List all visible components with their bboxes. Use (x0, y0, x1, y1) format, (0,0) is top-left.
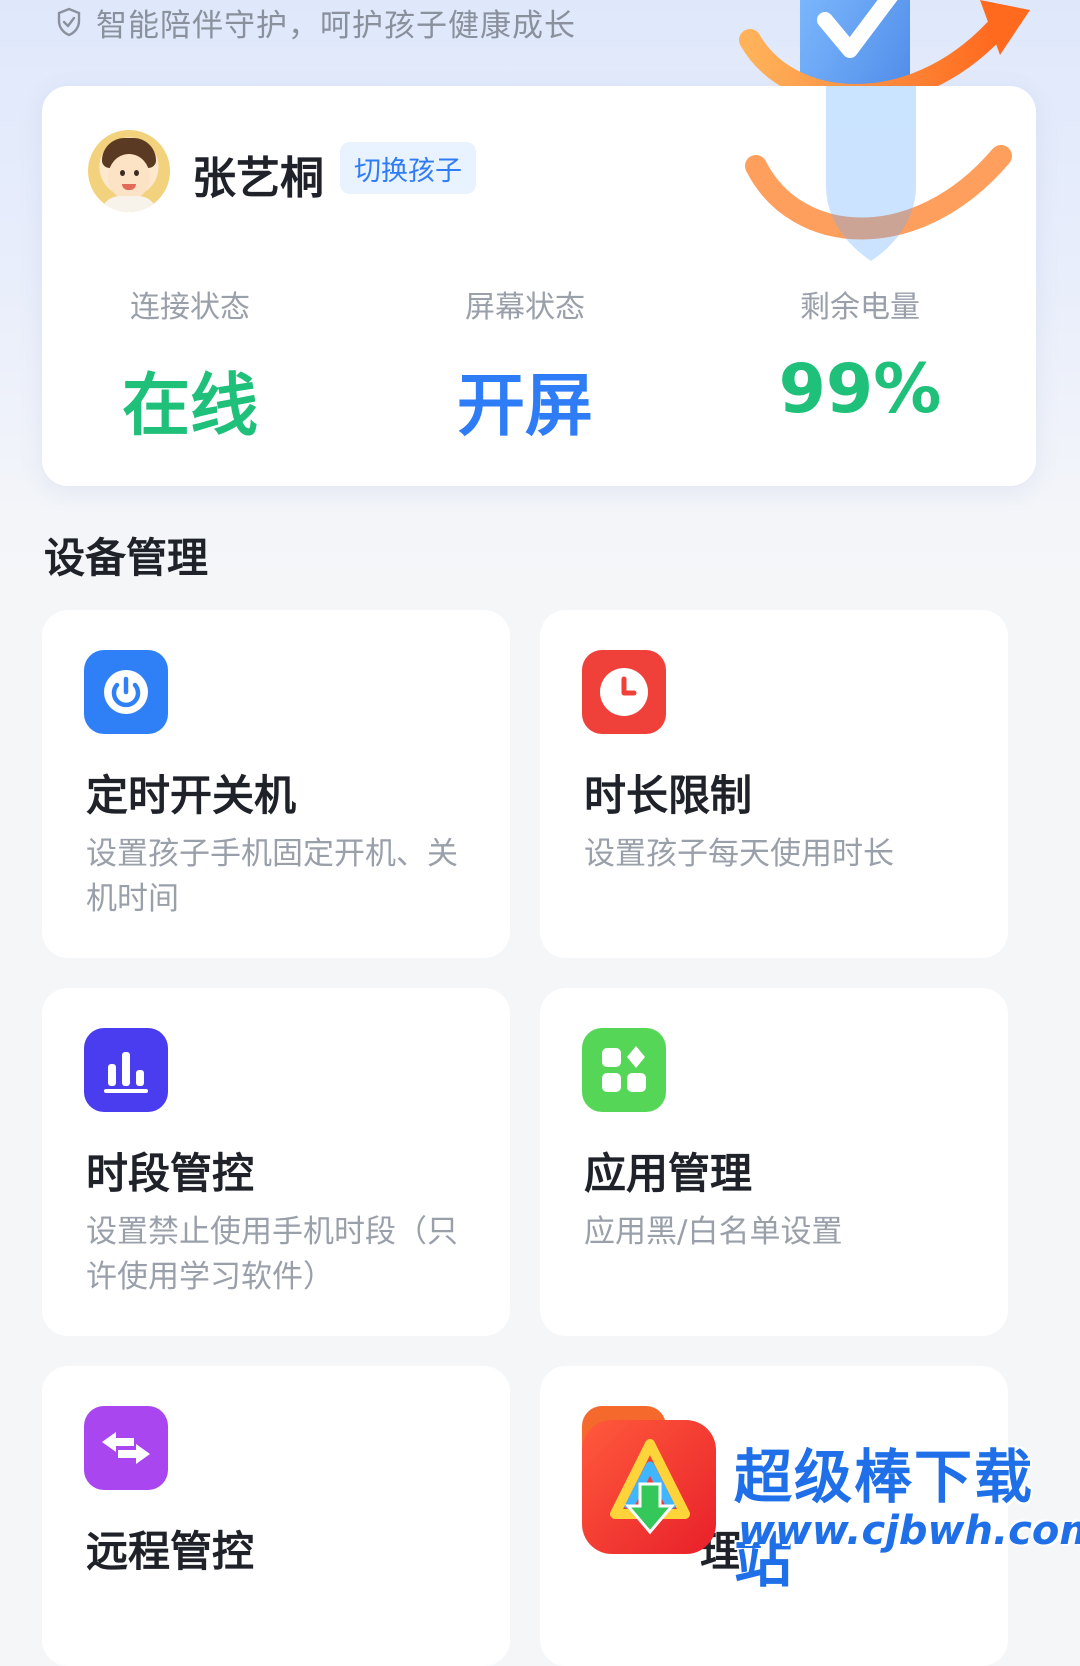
tile-title: 时段管控 (86, 1149, 255, 1198)
watermark-url: www.cjbwh.com (738, 1508, 1080, 1554)
stat-label: 剩余电量 (800, 290, 920, 325)
shield-illustration-overlay (745, 86, 1012, 261)
child-avatar[interactable] (88, 130, 170, 212)
child-status-card: 张艺桐 切换孩子 连接状态 在线 屏幕状态 开屏 剩余电量 99% (42, 86, 1036, 486)
tile-remote-control[interactable]: 远程管控 (42, 1366, 510, 1666)
tile-title: 定时开关机 (86, 771, 297, 820)
swap-arrows-icon (84, 1406, 168, 1490)
download-site-logo (582, 1420, 716, 1554)
tile-title: 时长限制 (584, 771, 753, 820)
tile-duration-limit[interactable]: 时长限制 设置孩子每天使用时长 (540, 610, 1008, 958)
switch-child-button[interactable]: 切换孩子 (340, 142, 476, 194)
shield-check-icon (57, 7, 81, 37)
tile-title: 应用管理 (584, 1149, 753, 1198)
section-title-device-management: 设备管理 (44, 534, 208, 582)
stat-connection: 连接状态 在线 (80, 282, 300, 449)
tagline: 智能陪伴守护，呵护孩子健康成长 (56, 2, 576, 44)
stat-battery: 剩余电量 99% (750, 282, 970, 429)
stat-label: 屏幕状态 (465, 290, 585, 325)
apps-grid-icon (582, 1028, 666, 1112)
tagline-text: 智能陪伴守护，呵护孩子健康成长 (96, 7, 576, 44)
child-name: 张艺桐 (192, 153, 324, 204)
tile-app-management[interactable]: 应用管理 应用黑/白名单设置 (540, 988, 1008, 1336)
tile-period-control[interactable]: 时段管控 设置禁止使用手机时段（只许使用学习软件） (42, 988, 510, 1336)
tile-title: 远程管控 (86, 1527, 255, 1576)
tile-desc: 设置禁止使用手机时段（只许使用学习软件） (86, 1214, 458, 1295)
stat-label: 连接状态 (130, 290, 250, 325)
stat-value: 99% (778, 350, 942, 429)
clock-icon (582, 650, 666, 734)
tile-desc: 设置孩子手机固定开机、关机时间 (86, 836, 458, 917)
tile-desc: 设置孩子每天使用时长 (584, 836, 894, 872)
stat-value: 开屏 (456, 367, 593, 446)
stat-value: 在线 (121, 367, 258, 446)
tile-scheduled-power[interactable]: 定时开关机 设置孩子手机固定开机、关机时间 (42, 610, 510, 958)
power-icon (84, 650, 168, 734)
site-watermark: 超级棒下载站 www.cjbwh.com (580, 1414, 1080, 1595)
bar-chart-icon (84, 1028, 168, 1112)
tile-desc: 应用黑/白名单设置 (584, 1214, 843, 1250)
stat-screen: 屏幕状态 开屏 (415, 282, 635, 449)
